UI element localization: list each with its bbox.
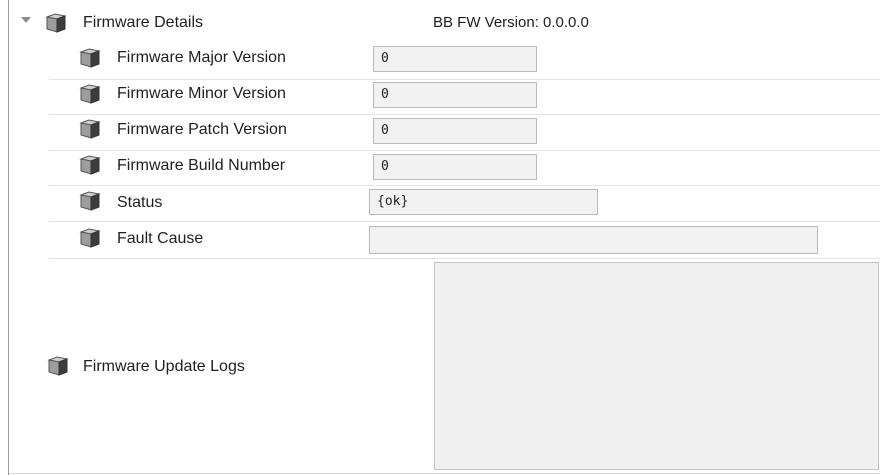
row-divider [49,150,880,151]
status-label: Status [117,194,163,211]
row-divider [49,185,880,186]
row-divider [49,258,880,259]
bb-fw-version-text: BB FW Version: 0.0.0.0 [433,14,589,31]
firmware-minor-version-label: Firmware Minor Version [117,85,286,102]
property-cube-icon [79,48,101,68]
firmware-major-version-field[interactable]: 0 [373,46,537,72]
firmware-update-logs-textarea[interactable] [434,262,879,470]
fault-cause-label: Fault Cause [117,230,204,247]
property-cube-icon [79,228,101,248]
firmware-details-label: Firmware Details [83,14,204,31]
firmware-major-version-label: Firmware Major Version [117,49,286,66]
row-divider [49,79,880,80]
property-cube-icon [79,84,101,104]
firmware-patch-version-field[interactable]: 0 [373,118,537,144]
property-cube-icon [45,13,67,33]
firmware-minor-version-field[interactable]: 0 [373,82,537,108]
property-cube-icon [79,119,101,139]
row-divider [49,114,880,115]
expand-collapse-toggle-icon[interactable] [21,17,31,23]
firmware-patch-version-label: Firmware Patch Version [117,121,287,138]
firmware-build-number-field[interactable]: 0 [373,154,537,180]
property-sheet: Firmware Details BB FW Version: 0.0.0.0 … [8,0,880,475]
status-field[interactable]: {ok} [369,189,598,215]
property-cube-icon [47,356,69,376]
firmware-build-number-label: Firmware Build Number [117,157,286,174]
firmware-update-logs-label: Firmware Update Logs [83,358,245,375]
fault-cause-field[interactable] [369,226,818,254]
row-divider [49,221,880,222]
property-cube-icon [79,191,101,211]
property-cube-icon [79,155,101,175]
bottom-divider [9,473,880,474]
